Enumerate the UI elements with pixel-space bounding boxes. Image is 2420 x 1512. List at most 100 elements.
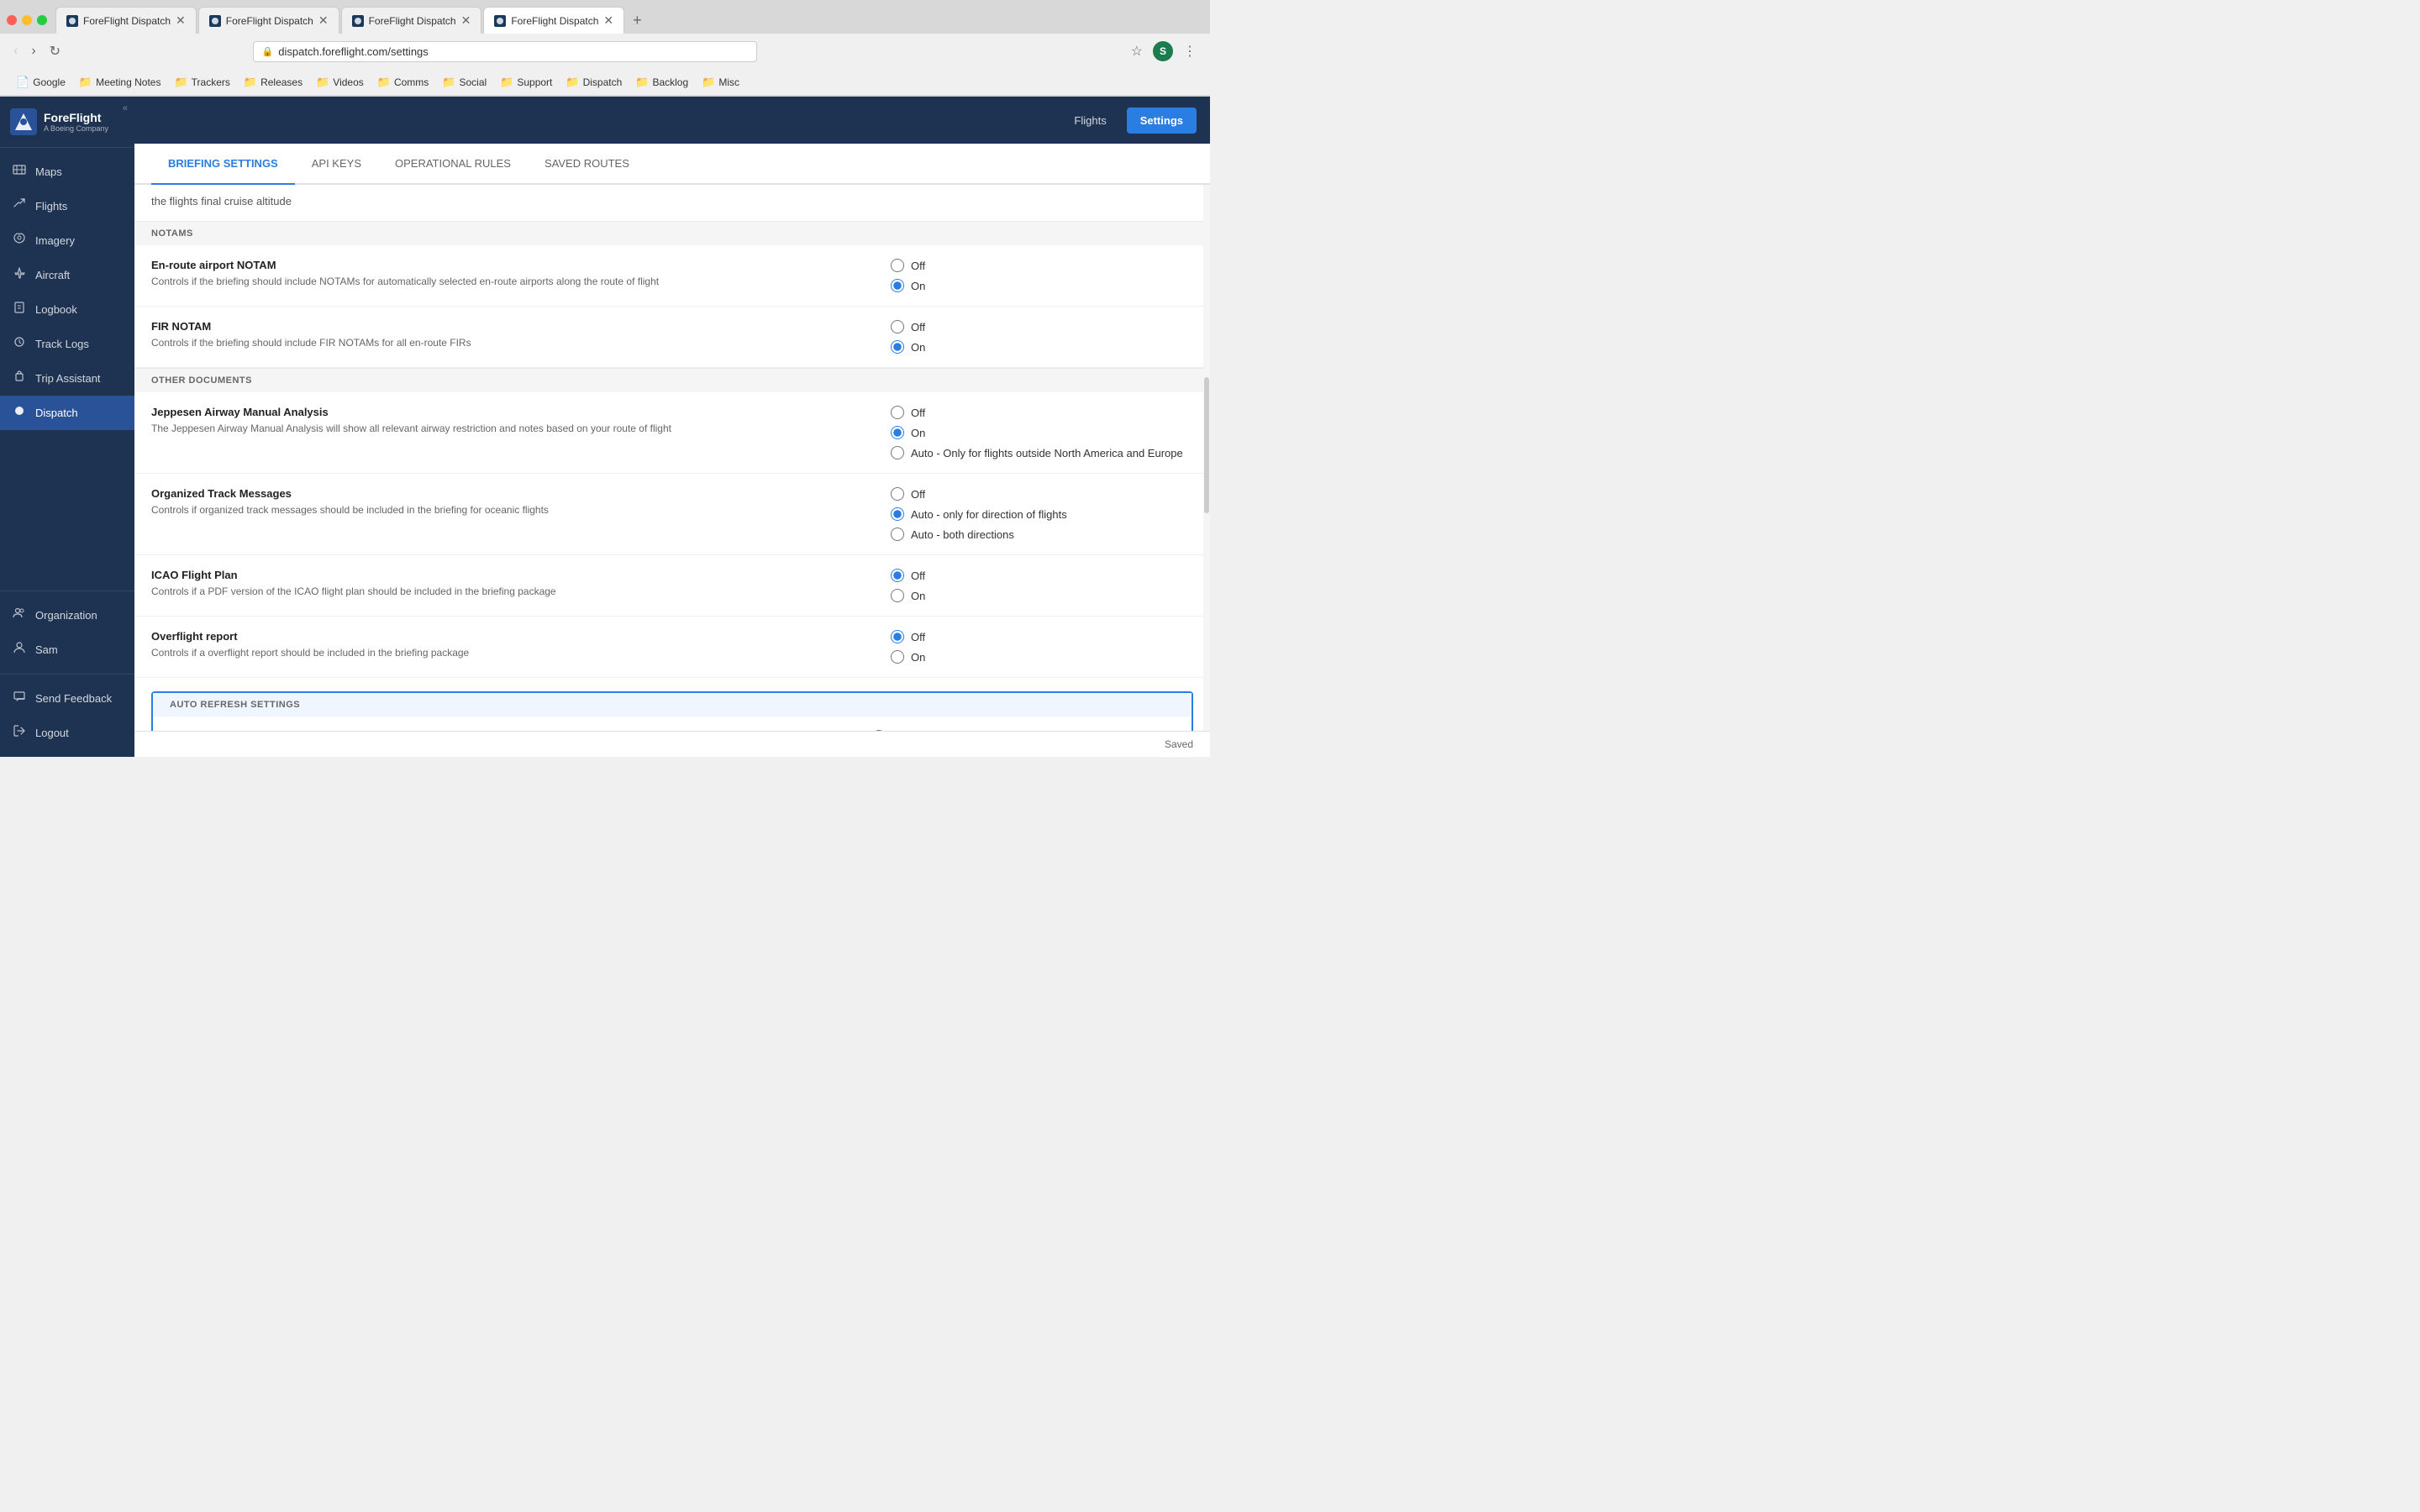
icao-off-radio[interactable]	[891, 569, 904, 582]
user-avatar[interactable]: S	[1153, 41, 1173, 61]
overflight-on-option[interactable]: On	[891, 650, 1193, 664]
enroute-notam-on-radio[interactable]	[891, 279, 904, 292]
jeppesen-off-label: Off	[911, 407, 925, 419]
bookmark-social[interactable]: 📁 Social	[436, 73, 492, 92]
browser-tab-2[interactable]: ForeFlight Dispatch ✕	[198, 7, 339, 34]
sidebar-item-tracklogs[interactable]: Track Logs	[0, 327, 134, 361]
bookmark-releases[interactable]: 📁 Releases	[238, 73, 308, 92]
tab-close-4[interactable]: ✕	[603, 13, 613, 28]
auto-refresh-off-option[interactable]: Off	[872, 730, 1175, 731]
logbook-icon	[12, 301, 27, 318]
tab-saved-routes[interactable]: SAVED ROUTES	[528, 144, 646, 185]
fir-notam-on-radio[interactable]	[891, 340, 904, 354]
sidebar-item-logbook[interactable]: Logbook	[0, 292, 134, 327]
fir-notam-off-label: Off	[911, 321, 925, 333]
sidebar-item-flights[interactable]: Flights	[0, 189, 134, 223]
browser-tab-1[interactable]: ForeFlight Dispatch ✕	[55, 7, 197, 34]
enroute-notam-on-label: On	[911, 280, 925, 292]
folder-icon-trackers: 📁	[174, 76, 187, 89]
minimize-traffic-light[interactable]	[22, 15, 32, 25]
sidebar-item-sam[interactable]: Sam	[0, 633, 134, 667]
tab-close-2[interactable]: ✕	[318, 13, 329, 28]
icao-on-option[interactable]: On	[891, 589, 1193, 602]
new-tab-button[interactable]: +	[626, 8, 649, 33]
track-messages-off-option[interactable]: Off	[891, 487, 1193, 501]
tab-briefing-settings[interactable]: BRIEFING SETTINGS	[151, 144, 295, 185]
overflight-on-radio[interactable]	[891, 650, 904, 664]
collapse-sidebar-button[interactable]: «	[123, 103, 128, 113]
content-area[interactable]: the flights final cruise altitude NOTAMS…	[134, 185, 1210, 731]
track-messages-auto-direction-radio[interactable]	[891, 507, 904, 521]
bookmark-google[interactable]: 📄 Google	[10, 73, 71, 92]
jeppesen-on-radio[interactable]	[891, 426, 904, 439]
tab-title-2: ForeFlight Dispatch	[226, 15, 313, 27]
maximize-traffic-light[interactable]	[37, 15, 47, 25]
jeppesen-auto-option[interactable]: Auto - Only for flights outside North Am…	[891, 446, 1193, 459]
icao-off-option[interactable]: Off	[891, 569, 1193, 582]
fir-notam-on-option[interactable]: On	[891, 340, 1193, 354]
tab-api-keys[interactable]: API KEYS	[295, 144, 378, 185]
sidebar-item-maps[interactable]: Maps	[0, 155, 134, 189]
setting-enroute-notam: En-route airport NOTAM Controls if the b…	[134, 245, 1210, 307]
sidebar-item-aircraft[interactable]: Aircraft	[0, 258, 134, 292]
sidebar-footer: Send Feedback Logout	[0, 674, 134, 757]
jeppesen-off-option[interactable]: Off	[891, 406, 1193, 419]
back-button[interactable]: ‹	[10, 42, 21, 60]
overflight-off-radio[interactable]	[891, 630, 904, 643]
bookmark-support[interactable]: 📁 Support	[494, 73, 558, 92]
tripassistant-icon	[12, 370, 27, 387]
logout-icon	[12, 724, 27, 742]
tab-close-1[interactable]: ✕	[176, 13, 186, 28]
browser-tab-4[interactable]: ForeFlight Dispatch ✕	[483, 7, 624, 34]
bookmark-label: Social	[459, 76, 487, 88]
setting-fir-notam-controls: Off On	[891, 320, 1193, 354]
icao-on-radio[interactable]	[891, 589, 904, 602]
bookmark-comms[interactable]: 📁 Comms	[371, 73, 435, 92]
bookmark-misc[interactable]: 📁 Misc	[696, 73, 745, 92]
sidebar-item-logout[interactable]: Logout	[0, 716, 134, 750]
track-messages-both-option[interactable]: Auto - both directions	[891, 528, 1193, 541]
browser-tab-3[interactable]: ForeFlight Dispatch ✕	[341, 7, 482, 34]
forward-button[interactable]: ›	[28, 42, 39, 60]
flights-nav-button[interactable]: Flights	[1060, 108, 1119, 134]
sidebar-item-dispatch[interactable]: Dispatch	[0, 396, 134, 430]
logo-text-container: ForeFlight A Boeing Company	[44, 111, 108, 133]
bookmark-dispatch[interactable]: 📁 Dispatch	[560, 73, 628, 92]
jeppesen-on-option[interactable]: On	[891, 426, 1193, 439]
address-bar[interactable]: 🔒 dispatch.foreflight.com/settings	[253, 41, 757, 62]
overflight-off-option[interactable]: Off	[891, 630, 1193, 643]
auto-refresh-off-radio[interactable]	[872, 730, 886, 731]
track-messages-both-radio[interactable]	[891, 528, 904, 541]
enroute-notam-off-option[interactable]: Off	[891, 259, 1193, 272]
track-messages-off-radio[interactable]	[891, 487, 904, 501]
sidebar-item-tripassistant[interactable]: Trip Assistant	[0, 361, 134, 396]
bookmark-backlog[interactable]: 📁 Backlog	[629, 73, 694, 92]
sidebar-item-send-feedback[interactable]: Send Feedback	[0, 681, 134, 716]
settings-nav-button[interactable]: Settings	[1127, 108, 1197, 134]
sidebar-item-imagery[interactable]: Imagery	[0, 223, 134, 258]
jeppesen-off-radio[interactable]	[891, 406, 904, 419]
bookmark-label: Dispatch	[583, 76, 623, 88]
jeppesen-auto-radio[interactable]	[891, 446, 904, 459]
bookmark-trackers[interactable]: 📁 Trackers	[168, 73, 235, 92]
close-traffic-light[interactable]	[7, 15, 17, 25]
fir-notam-off-radio[interactable]	[891, 320, 904, 333]
sidebar-item-organization[interactable]: Organization	[0, 598, 134, 633]
enroute-notam-on-option[interactable]: On	[891, 279, 1193, 292]
sidebar-nav: Maps Flights Imagery Aircraft	[0, 148, 134, 591]
scrollbar-track[interactable]	[1203, 185, 1210, 731]
fir-notam-off-option[interactable]: Off	[891, 320, 1193, 333]
bookmark-videos[interactable]: 📁 Videos	[310, 73, 370, 92]
bookmark-meeting-notes[interactable]: 📁 Meeting Notes	[73, 73, 167, 92]
tab-favicon-4	[494, 15, 506, 27]
reload-button[interactable]: ↻	[46, 41, 64, 61]
bookmark-star-button[interactable]: ☆	[1128, 41, 1146, 61]
track-messages-auto-direction-label: Auto - only for direction of flights	[911, 508, 1067, 521]
scrollbar-thumb[interactable]	[1204, 377, 1209, 514]
tab-operational-rules[interactable]: OPERATIONAL RULES	[378, 144, 528, 185]
menu-button[interactable]: ⋮	[1180, 41, 1200, 61]
enroute-notam-off-radio[interactable]	[891, 259, 904, 272]
setting-overflight-desc: Controls if a overflight report should b…	[151, 646, 857, 660]
tab-close-3[interactable]: ✕	[461, 13, 471, 28]
track-messages-auto-direction-option[interactable]: Auto - only for direction of flights	[891, 507, 1193, 521]
